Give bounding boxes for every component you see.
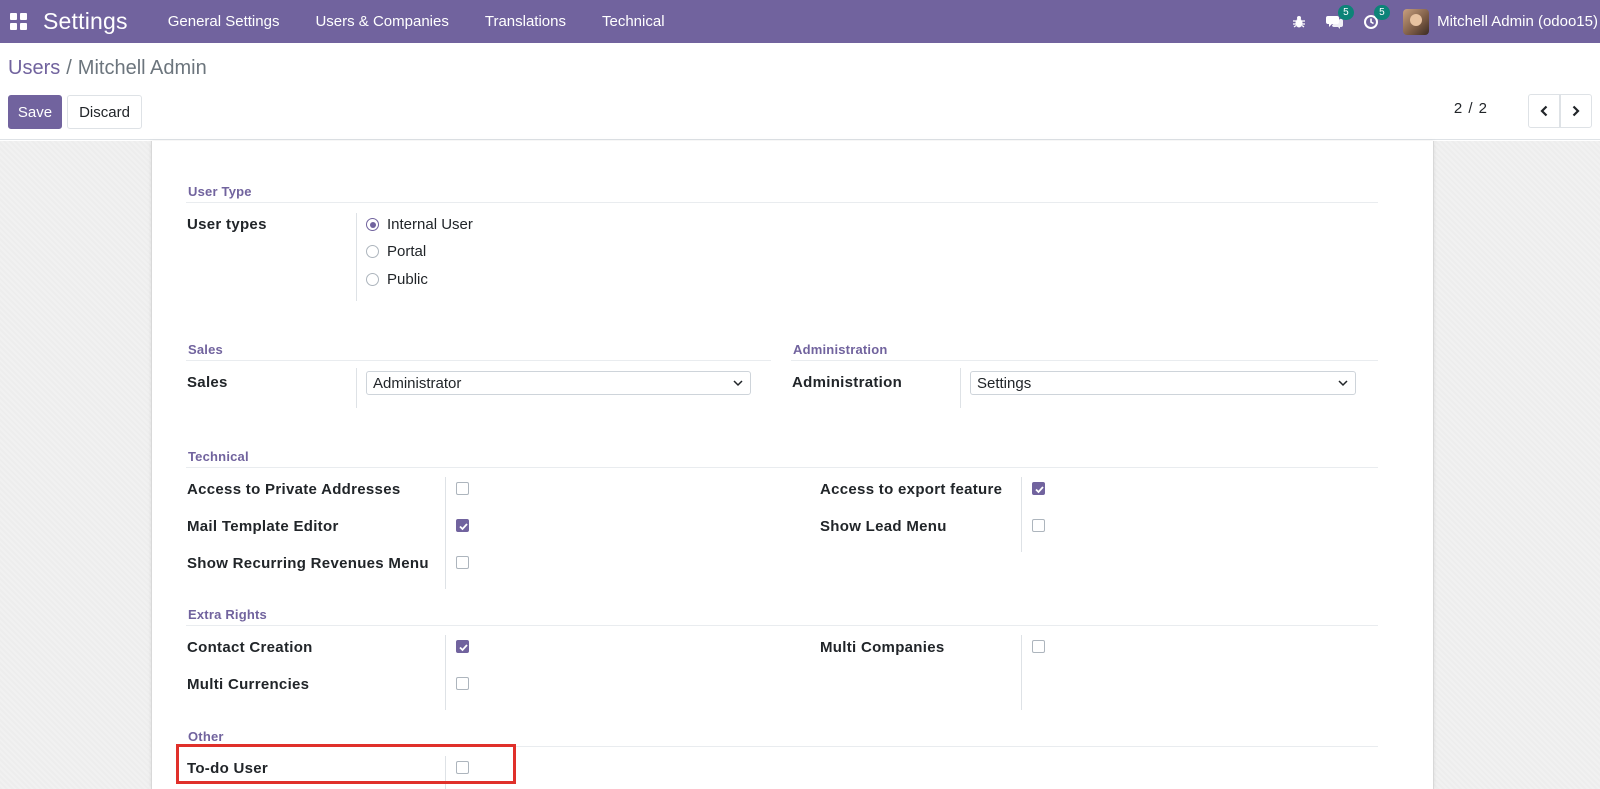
- section-divider: [186, 202, 1378, 203]
- select-value: Administrator: [373, 374, 462, 392]
- chevron-down-icon: [733, 380, 743, 387]
- radio-label: Public: [387, 271, 428, 288]
- breadcrumb-users-link[interactable]: Users: [8, 57, 60, 79]
- administration-role-select[interactable]: Settings: [970, 371, 1356, 395]
- checkbox-multi-companies[interactable]: [1032, 640, 1045, 653]
- field-label-mail-template-editor: Mail Template Editor: [187, 518, 339, 535]
- menu-general-settings[interactable]: General Settings: [150, 0, 298, 43]
- radio-button[interactable]: [366, 218, 379, 231]
- checkmark-icon: [459, 644, 468, 652]
- section-title-other: Other: [188, 729, 224, 744]
- section-title-sales: Sales: [188, 342, 223, 357]
- field-label-private-addresses: Access to Private Addresses: [187, 481, 401, 498]
- chevron-down-icon: [1338, 380, 1348, 387]
- radio-button[interactable]: [366, 273, 379, 286]
- user-menu[interactable]: Mitchell Admin (odoo15): [1403, 8, 1598, 35]
- pager-next-button[interactable]: [1560, 94, 1592, 128]
- chevron-right-icon: [1572, 105, 1580, 117]
- checkbox-recurring-revenues[interactable]: [456, 556, 469, 569]
- avatar: [1403, 8, 1430, 35]
- section-title-user-type: User Type: [188, 184, 252, 199]
- section-divider: [791, 360, 1378, 361]
- field-divider: [445, 477, 446, 589]
- checkbox-private-addresses[interactable]: [456, 482, 469, 495]
- apps-menu-icon[interactable]: [2, 0, 34, 43]
- messages-chat-icon[interactable]: 5: [1317, 0, 1354, 43]
- save-button[interactable]: Save: [8, 95, 62, 129]
- field-divider: [356, 213, 357, 301]
- field-label-contact-creation: Contact Creation: [187, 639, 313, 656]
- section-divider: [186, 625, 1378, 626]
- radio-label: Portal: [387, 243, 427, 260]
- pager-value[interactable]: 2 / 2: [1454, 100, 1488, 117]
- menu-translations[interactable]: Translations: [467, 0, 584, 43]
- breadcrumb-separator: /: [66, 57, 72, 79]
- field-label-administration: Administration: [792, 374, 903, 391]
- debug-bug-icon[interactable]: [1281, 0, 1317, 43]
- sales-role-select[interactable]: Administrator: [366, 371, 751, 395]
- control-panel: Users / Mitchell Admin Save Discard 2 / 2: [0, 43, 1600, 140]
- radio-public[interactable]: Public: [366, 271, 428, 288]
- radio-label: Internal User: [387, 216, 473, 233]
- field-label-show-lead-menu: Show Lead Menu: [820, 518, 947, 535]
- field-label-user-types: User types: [187, 216, 267, 233]
- pager-previous-button[interactable]: [1528, 94, 1560, 128]
- section-title-technical: Technical: [188, 449, 249, 464]
- field-label-multi-currencies: Multi Currencies: [187, 676, 310, 693]
- field-label-multi-companies: Multi Companies: [820, 639, 945, 656]
- field-divider: [356, 368, 357, 408]
- discard-button[interactable]: Discard: [67, 95, 142, 129]
- checkbox-show-lead-menu[interactable]: [1032, 519, 1045, 532]
- user-name: Mitchell Admin (odoo15): [1437, 13, 1598, 30]
- activities-count-badge: 5: [1374, 5, 1390, 20]
- todo-user-highlight-box: [176, 744, 516, 784]
- top-navbar: Settings General Settings Users & Compan…: [0, 0, 1600, 43]
- field-divider: [960, 368, 961, 408]
- section-divider: [186, 360, 771, 361]
- select-value: Settings: [977, 374, 1032, 392]
- section-title-extra-rights: Extra Rights: [188, 607, 267, 622]
- menu-users-companies[interactable]: Users & Companies: [297, 0, 466, 43]
- checkbox-export-feature[interactable]: [1032, 482, 1045, 495]
- radio-button[interactable]: [366, 245, 379, 258]
- checkmark-icon: [1035, 486, 1044, 494]
- breadcrumb: Users / Mitchell Admin: [8, 57, 207, 80]
- field-divider: [1021, 635, 1022, 710]
- section-title-administration: Administration: [793, 342, 888, 357]
- field-divider: [1021, 477, 1022, 552]
- checkmark-icon: [459, 523, 468, 531]
- chevron-left-icon: [1540, 105, 1548, 117]
- checkbox-contact-creation[interactable]: [456, 640, 469, 653]
- field-label-recurring-revenues: Show Recurring Revenues Menu: [187, 555, 429, 572]
- radio-portal[interactable]: Portal: [366, 243, 426, 260]
- checkbox-multi-currencies[interactable]: [456, 677, 469, 690]
- radio-internal-user[interactable]: Internal User: [366, 216, 473, 233]
- menu-technical[interactable]: Technical: [584, 0, 683, 43]
- app-brand[interactable]: Settings: [43, 8, 128, 35]
- section-divider: [186, 467, 1378, 468]
- field-label-export-feature: Access to export feature: [820, 481, 1003, 498]
- activities-clock-icon[interactable]: 5: [1353, 0, 1390, 43]
- checkbox-mail-template-editor[interactable]: [456, 519, 469, 532]
- form-sheet: [151, 141, 1434, 789]
- breadcrumb-current: Mitchell Admin: [77, 57, 207, 79]
- field-label-sales: Sales: [187, 374, 228, 391]
- field-divider: [445, 635, 446, 710]
- messages-count-badge: 5: [1338, 5, 1354, 20]
